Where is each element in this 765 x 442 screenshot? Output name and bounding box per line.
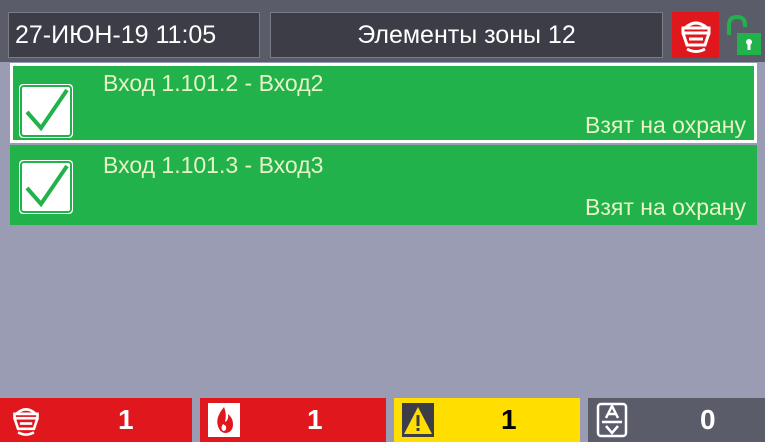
list-item[interactable]: Вход 1.101.3 - Вход3 Взят на охрану: [10, 145, 757, 225]
warning-counter[interactable]: 1: [394, 398, 580, 442]
unlocked-padlock-icon[interactable]: [721, 12, 765, 58]
checkmark-icon: [19, 84, 73, 138]
element-name: Вход 1.101.2 - Вход2: [103, 70, 324, 96]
checkmark-icon: [19, 160, 73, 214]
fire-detector-icon[interactable]: [672, 12, 719, 58]
fire-counter[interactable]: 1: [200, 398, 386, 442]
element-state: Взят на охрану: [585, 112, 746, 138]
fire-detector-icon: [6, 398, 46, 442]
counter-value: 1: [118, 404, 134, 435]
warning-icon: [398, 398, 438, 442]
element-name: Вход 1.101.3 - Вход3: [103, 152, 324, 178]
status-counters-bar: 1 1 1 0: [0, 398, 765, 442]
top-bar: 27-ИЮН-19 11:05 Элементы зоны 12: [0, 0, 765, 62]
counter-value: 0: [700, 404, 716, 435]
datetime-display: 27-ИЮН-19 11:05: [8, 12, 260, 58]
counter-value: 1: [501, 404, 517, 435]
screen-title: Элементы зоны 12: [270, 12, 663, 58]
fire-alarm-counter[interactable]: 1: [0, 398, 192, 442]
element-state: Взят на охрану: [585, 194, 746, 220]
flame-icon: [204, 398, 244, 442]
list-item[interactable]: Вход 1.101.2 - Вход2 Взят на охрану: [10, 63, 757, 143]
disconnected-detector-icon: [592, 398, 632, 442]
fault-counter[interactable]: 0: [588, 398, 765, 442]
counter-value: 1: [307, 404, 323, 435]
